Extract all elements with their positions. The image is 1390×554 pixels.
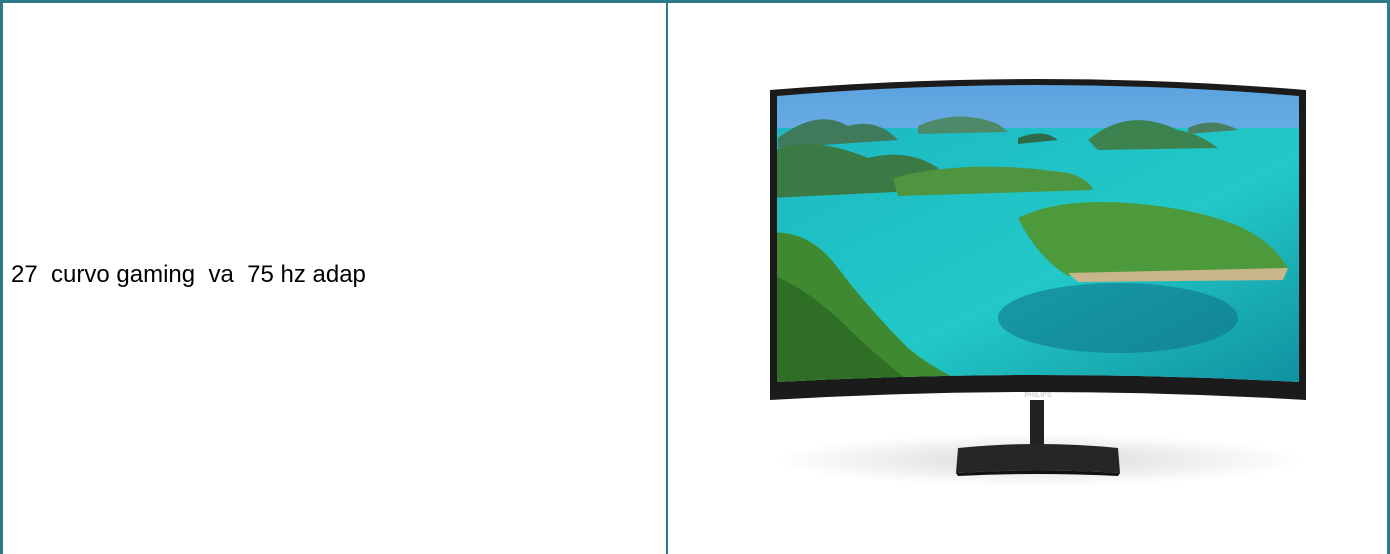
brand-logo: PHILIPS — [1024, 392, 1052, 399]
product-table: 27 curvo gaming va 75 hz adap PHILIPS — [0, 0, 1390, 554]
product-image-cell: PHILIPS — [668, 3, 1387, 554]
curved-monitor-image: PHILIPS — [770, 79, 1306, 486]
product-name-cell: 27 curvo gaming va 75 hz adap — [3, 3, 668, 554]
product-title: 27 curvo gaming va 75 hz adap — [11, 260, 366, 288]
